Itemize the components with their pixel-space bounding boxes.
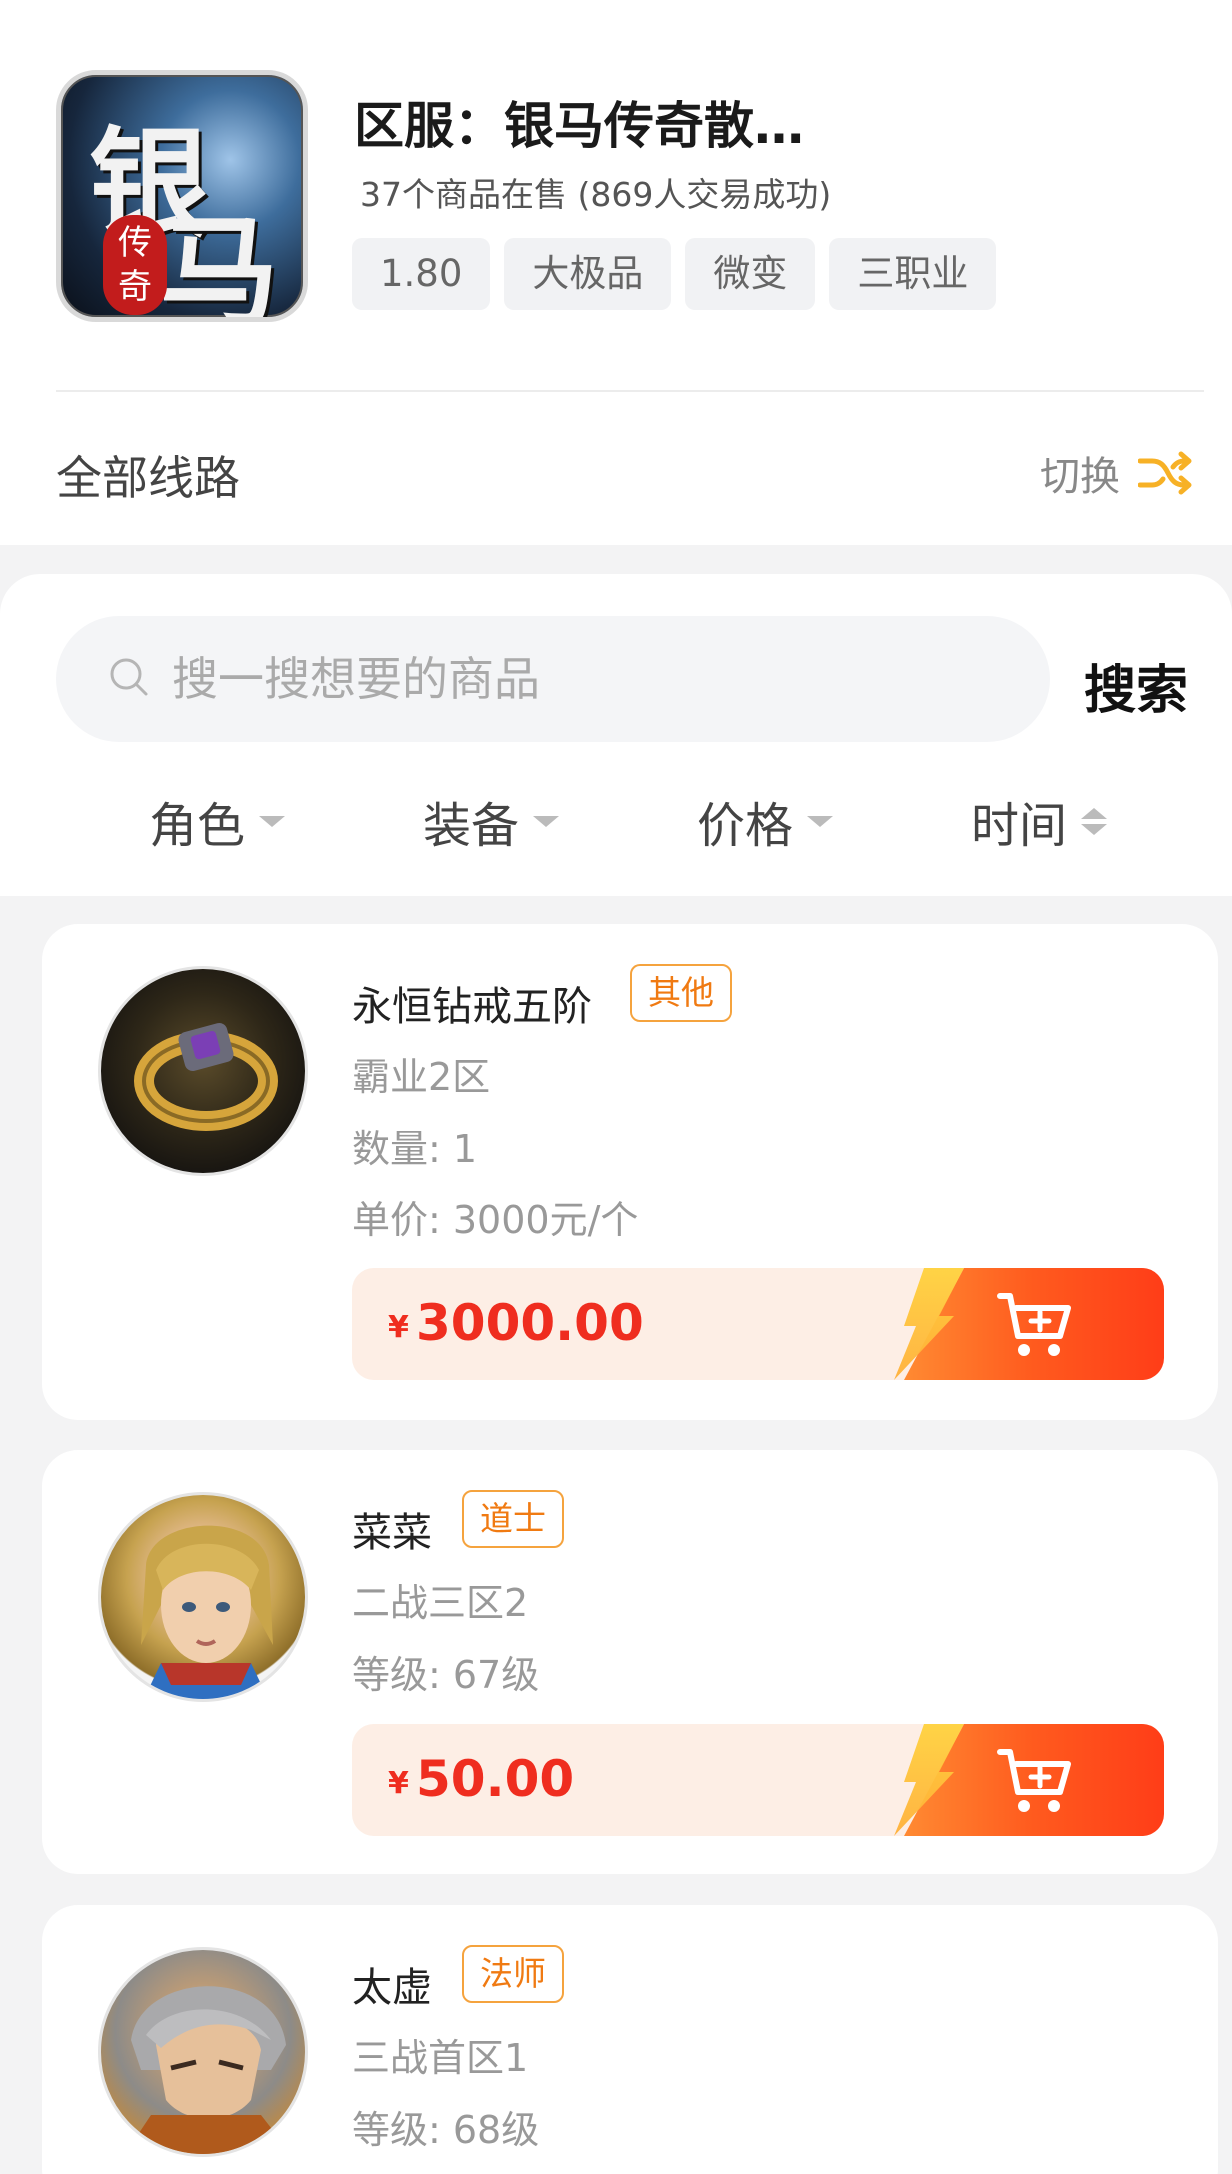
server-title: 区服：银马传奇散…: [354, 97, 804, 155]
cart-plus-icon: [997, 1749, 1071, 1812]
filter-time[interactable]: 时间: [902, 786, 1176, 856]
item-type-badge: 其他: [630, 964, 732, 1022]
character-level: 等级: 68级: [352, 2108, 540, 2152]
filter-label: 角色: [148, 798, 245, 854]
character-avatar: [98, 1492, 308, 1702]
filter-equipment[interactable]: 装备: [354, 786, 628, 856]
ring-icon: [134, 1023, 278, 1131]
logo-seal: 传奇: [103, 215, 167, 315]
character-class-badge: 道士: [462, 1490, 564, 1548]
price-currency: ¥: [388, 1766, 409, 1801]
filter-label: 时间: [970, 798, 1067, 854]
character-portrait: [141, 1525, 273, 1699]
item-name: 永恒钻戒五阶: [352, 984, 592, 1030]
server-tag: 1.80: [352, 238, 491, 310]
character-portrait: [125, 1986, 292, 2154]
item-name: 菜菜: [352, 1510, 432, 1556]
filter-label: 装备: [422, 798, 519, 854]
server-stats: 37个商品在售 (869人交易成功): [360, 175, 832, 214]
caret-down-icon: [533, 815, 559, 827]
caret-down-icon: [807, 815, 833, 827]
item-card[interactable]: 永恒钻戒五阶 其他 霸业2区 数量: 1 单价: 3000元/个 ¥ 3000.…: [42, 924, 1218, 1420]
filter-bar: 角色 装备 价格 时间: [0, 786, 1232, 856]
item-server: 三战首区1: [352, 2036, 529, 2080]
item-quantity: 数量: 1: [352, 1127, 478, 1171]
search-icon: [108, 656, 150, 702]
switch-button[interactable]: 切换: [1040, 444, 1192, 502]
price-currency: ¥: [388, 1310, 409, 1345]
filter-price[interactable]: 价格: [628, 786, 902, 856]
search-button[interactable]: 搜索: [1084, 648, 1188, 723]
cart-plus-icon: [997, 1293, 1071, 1356]
price-value: 3000.00: [416, 1294, 644, 1352]
server-tag: 三职业: [829, 238, 997, 310]
all-lines-label: 全部线路: [56, 451, 240, 505]
character-class-badge: 法师: [462, 1945, 564, 2003]
character-avatar: [98, 1947, 308, 2157]
header-divider: [56, 390, 1204, 392]
filter-role[interactable]: 角色: [80, 786, 354, 856]
search-box[interactable]: [56, 616, 1050, 742]
item-card[interactable]: 太虚 法师 三战首区1 等级: 68级: [42, 1905, 1218, 2174]
server-tag: 微变: [685, 238, 816, 310]
shuffle-icon: [1138, 451, 1192, 495]
game-logo: 银 马 传奇: [56, 70, 308, 322]
price-bar: ¥ 50.00: [352, 1724, 1164, 1836]
server-tag: 大极品: [504, 238, 672, 310]
search-input[interactable]: [172, 652, 992, 706]
item-server: 二战三区2: [352, 1581, 529, 1625]
item-image-ring: [98, 966, 308, 1176]
server-header: 银 马 传奇 区服：银马传奇散… 37个商品在售 (869人交易成功) 1.80…: [0, 0, 1232, 545]
sort-icon: [1081, 807, 1107, 835]
item-unit-price: 单价: 3000元/个: [352, 1198, 639, 1242]
filter-label: 价格: [696, 798, 793, 854]
item-name: 太虚: [352, 1965, 432, 2011]
server-tags: 1.80 大极品 微变 三职业: [352, 238, 997, 310]
switch-label: 切换: [1040, 454, 1120, 500]
price-value: 50.00: [416, 1750, 575, 1808]
search-panel: 搜索 角色 装备 价格 时间: [0, 574, 1232, 896]
price-bar: ¥ 3000.00: [352, 1268, 1164, 1380]
character-level: 等级: 67级: [352, 1653, 540, 1697]
item-server: 霸业2区: [352, 1055, 491, 1099]
caret-down-icon: [259, 815, 285, 827]
logo-char-2: 马: [159, 202, 279, 322]
item-card[interactable]: 菜菜 道士 二战三区2 等级: 67级 ¥ 50.00: [42, 1450, 1218, 1874]
